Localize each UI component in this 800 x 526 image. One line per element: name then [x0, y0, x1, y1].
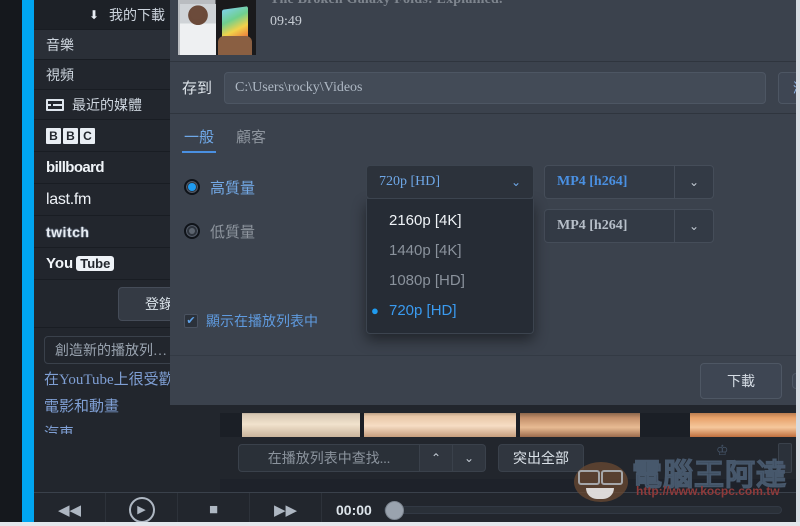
billboard-logo-icon: billboard — [46, 159, 105, 176]
stack-icon — [46, 98, 64, 111]
video-title: The Broken Galaxy Folds: Explained. — [270, 0, 503, 8]
dialog-tabs: 一般 顧客 — [170, 114, 800, 153]
selected-bullet-icon: ● — [371, 302, 379, 318]
window-bottom-edge — [0, 522, 800, 526]
seek-handle[interactable] — [384, 500, 404, 520]
download-arrow-icon: ⬇ — [88, 7, 100, 22]
chevron-down-icon[interactable]: ⌄ — [675, 219, 713, 233]
player-controls: ◀◀ ▶ ■ ▶▶ 00:00 — [34, 492, 796, 526]
quality-option-label: 2160p [4K] — [389, 211, 462, 229]
player-accent-bar — [22, 492, 34, 526]
quality-option-label: 1440p [4K] — [389, 241, 462, 259]
chevron-down-icon[interactable]: ⌄ — [499, 175, 533, 189]
show-in-playlist-row[interactable]: ✔ 顯示在播放列表中 — [184, 311, 318, 331]
dialog-footer: 下載 — [170, 355, 800, 405]
quality-option-720p[interactable]: ● 720p [HD] — [367, 295, 533, 325]
radio-high-quality[interactable] — [184, 179, 200, 195]
video-duration: 09:49 — [270, 14, 302, 29]
search-prev-button[interactable]: ⌃ — [420, 444, 453, 472]
seek-slider[interactable] — [383, 500, 782, 520]
application-window: ⬇ 我的下載 音樂 視頻 最近的媒體 B B C billboard last.… — [0, 0, 800, 526]
sidebar-category-autos[interactable]: 汽車 — [34, 418, 220, 434]
create-playlist-placeholder: 創造新的播放列… — [55, 344, 167, 359]
chevron-down-icon[interactable]: ⌄ — [675, 175, 713, 189]
checkbox-show-in-playlist[interactable]: ✔ — [184, 314, 198, 328]
sidebar-item-label: 最近的媒體 — [72, 98, 142, 114]
save-to-row: 存到 C:\Users\rocky\Videos 瀏 — [170, 62, 800, 114]
format-select-low[interactable]: MP4 [h264] ⌄ — [544, 209, 714, 243]
playlist-search-placeholder: 在播放列表中查找... — [267, 452, 391, 467]
stop-icon[interactable]: ■ — [178, 492, 250, 526]
bbc-logo-icon: B B C — [46, 127, 95, 144]
quality-option-1080p[interactable]: 1080p [HD] — [367, 265, 533, 295]
play-button[interactable]: ▶ — [106, 492, 178, 526]
video-thumbnail — [178, 0, 256, 55]
radio-high-quality-label: 高質量 — [210, 180, 256, 197]
checkbox-show-in-playlist-label: 顯示在播放列表中 — [206, 315, 318, 330]
thumbnail-person-head — [190, 6, 203, 20]
radio-low-quality[interactable] — [184, 223, 200, 239]
quality-option-label: 1080p [HD] — [389, 271, 465, 289]
search-next-button[interactable]: ⌄ — [453, 444, 486, 472]
download-settings-dialog: The Broken Galaxy Folds: Explained. 09:4… — [170, 0, 800, 405]
quality-select-dropdown[interactable]: 2160p [4K] 1440p [4K] 1080p [HD] ● 720p … — [366, 199, 534, 334]
vertical-scrollbar[interactable] — [778, 443, 792, 473]
save-to-path-input[interactable]: C:\Users\rocky\Videos — [224, 71, 766, 104]
dialog-body: 高質量 低質量 720p [HD] ⌄ 2160p [4K] 1440p [4K… — [170, 153, 800, 334]
sidebar-item-label: 視頻 — [46, 68, 74, 84]
window-right-edge — [796, 0, 800, 526]
accent-bar — [22, 0, 34, 492]
tab-custom[interactable]: 顧客 — [236, 126, 266, 153]
thumbnail-strip-mask — [220, 405, 796, 413]
format-select-high-value: MP4 [h264] — [557, 174, 628, 189]
playlist-search-bar: 在播放列表中查找... ⌃ ⌄ 突出全部 — [220, 437, 796, 479]
quality-select-value: 720p [HD] — [379, 174, 441, 189]
quality-option-label: 720p [HD] — [389, 301, 457, 319]
sidebar-header-label: 我的下載 — [109, 8, 166, 24]
dialog-header: The Broken Galaxy Folds: Explained. 09:4… — [170, 0, 800, 62]
download-button[interactable]: 下載 — [700, 362, 782, 399]
video-thumbnail-strip[interactable] — [220, 405, 796, 437]
save-to-path-value: C:\Users\rocky\Videos — [235, 79, 363, 95]
quality-option-2160p[interactable]: 2160p [4K] — [367, 205, 533, 235]
playlist-search-input[interactable]: 在播放列表中查找... — [238, 444, 420, 472]
fast-forward-icon[interactable]: ▶▶ — [250, 492, 322, 526]
player-time: 00:00 — [336, 501, 372, 518]
highlight-all-button[interactable]: 突出全部 — [498, 444, 584, 472]
format-select-low-value: MP4 [h264] — [557, 218, 628, 233]
radio-low-quality-label: 低質量 — [210, 224, 256, 241]
quality-select[interactable]: 720p [HD] ⌄ — [366, 165, 534, 199]
player-left-gutter — [0, 492, 22, 526]
twitch-logo-icon: twitch — [46, 223, 90, 240]
rewind-icon[interactable]: ◀◀ — [34, 492, 106, 526]
lastfm-logo-icon: last.fm — [46, 190, 92, 208]
thumbnail-hand — [218, 36, 252, 55]
format-select-high[interactable]: MP4 [h264] ⌄ — [544, 165, 714, 199]
tab-general[interactable]: 一般 — [181, 126, 217, 153]
quality-option-1440p[interactable]: 1440p [4K] — [367, 235, 533, 265]
play-icon: ▶ — [128, 496, 155, 523]
sidebar-item-label: 音樂 — [46, 38, 74, 54]
youtube-logo-icon: You Tube — [46, 255, 115, 272]
window-left-gutter — [0, 0, 22, 492]
save-to-label: 存到 — [182, 81, 213, 97]
